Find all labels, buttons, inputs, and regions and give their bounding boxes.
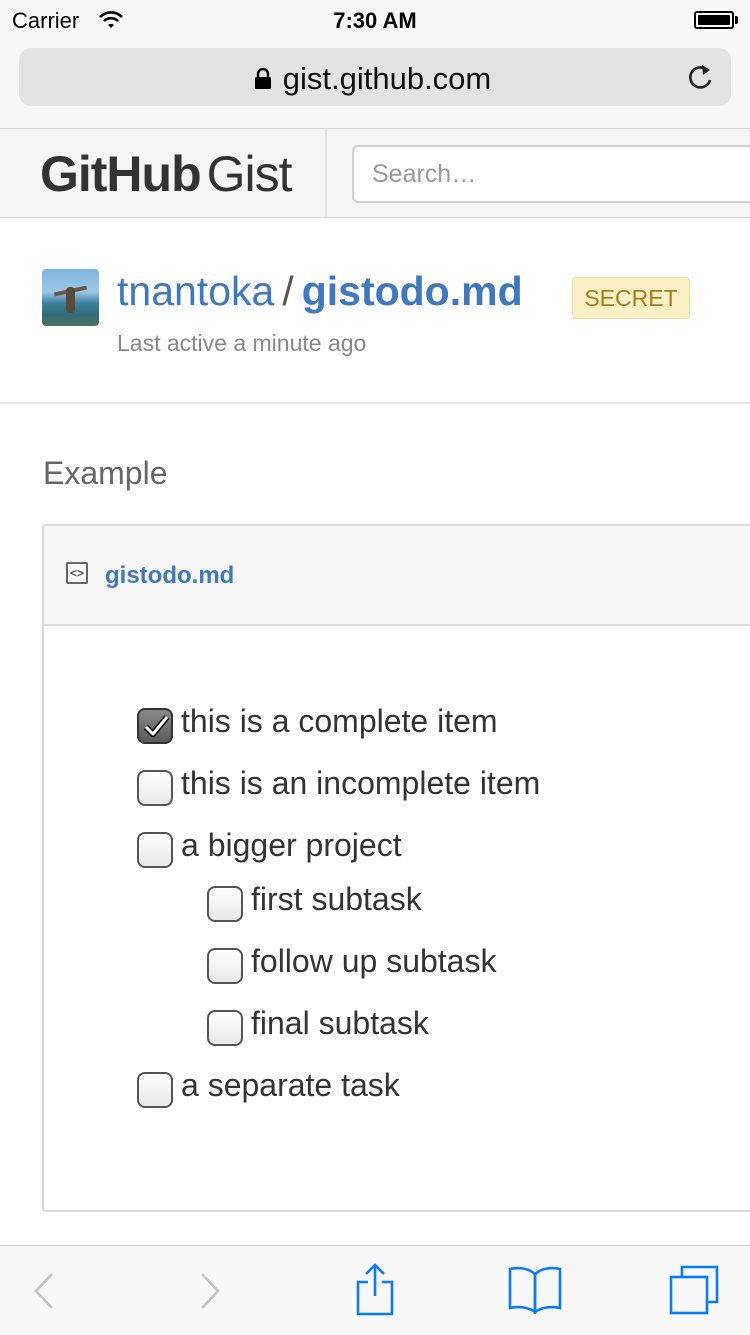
checkmark-icon [143,715,170,737]
task-checkbox[interactable] [207,1010,243,1046]
task-checkbox[interactable] [207,948,243,984]
task-label: first subtask [251,881,422,917]
task-label: a separate task [181,1067,400,1103]
tabs-icon[interactable] [668,1264,720,1316]
task-label: this is an incomplete item [181,765,541,801]
status-time: 7:30 AM [333,8,417,33]
gist-name-link[interactable]: gistodo.md [302,268,523,314]
code-file-icon: <> [66,562,88,584]
task-label: final subtask [251,1005,429,1041]
bookmarks-icon[interactable] [508,1264,562,1314]
share-icon[interactable] [354,1262,396,1316]
task-checkbox[interactable] [207,886,243,922]
back-icon[interactable] [30,1270,56,1312]
logo-github-text: GitHub [40,146,202,202]
forward-icon[interactable] [198,1270,224,1312]
task-label: follow up subtask [251,943,497,979]
status-bar: Carrier 7:30 AM [0,0,750,40]
browser-chrome: gist.github.com [0,40,750,129]
gist-description: Example [43,455,168,491]
gist-title: tnantoka / gistodo.md [117,268,523,315]
task-checkbox[interactable] [137,832,173,868]
last-active-text: Last active a minute ago [117,330,367,356]
file-name-link[interactable]: gistodo.md [105,562,234,590]
header-divider [325,129,327,217]
avatar[interactable] [42,269,99,326]
battery-icon [694,11,738,29]
task-checkbox[interactable] [137,1072,173,1108]
gist-meta: tnantoka / gistodo.md SECRET Last active a… [0,218,750,404]
title-separator: / [282,268,294,314]
browser-toolbar [0,1245,750,1335]
logo-gist-text: Gist [206,146,293,202]
task-label: a bigger project [181,827,402,863]
github-gist-logo[interactable]: GitHub Gist [40,145,293,203]
file-box: <> gistodo.md this is a complete item thi… [42,524,750,1212]
task-label: this is a complete item [181,703,498,739]
search-input[interactable] [352,145,750,203]
address-bar[interactable]: gist.github.com [19,48,731,106]
file-header: <> gistodo.md [44,526,750,626]
secret-badge: SECRET [572,277,690,319]
url-text: gist.github.com [282,61,492,96]
owner-link[interactable]: tnantoka [117,268,274,314]
task-checkbox[interactable] [137,770,173,806]
reload-icon[interactable] [685,61,715,93]
gist-header: GitHub Gist [0,129,750,218]
task-checkbox-checked[interactable] [137,708,173,744]
